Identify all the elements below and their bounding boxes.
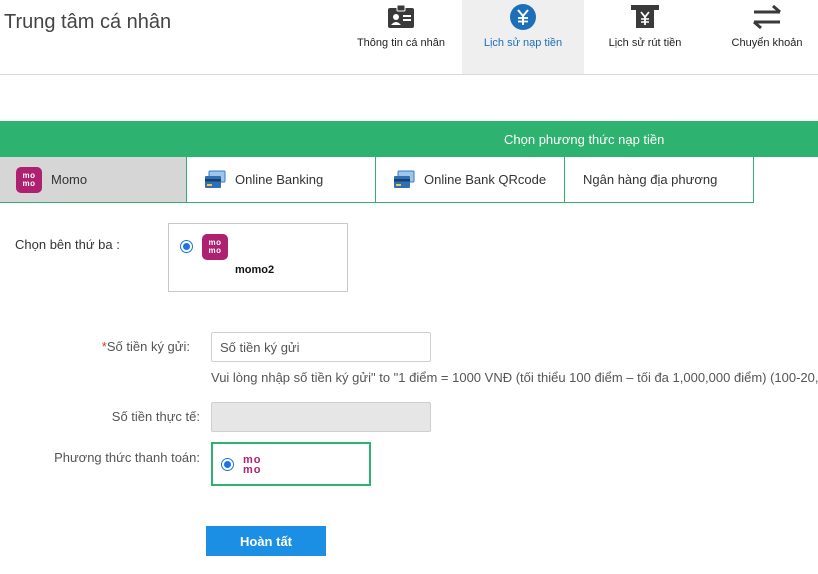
third-party-name: momo2: [235, 264, 275, 276]
transfer-arrows-icon: [750, 2, 784, 32]
actual-amount-label: Số tiền thực tế:: [111, 409, 200, 424]
bank-card-icon: [204, 170, 226, 190]
bank-card-icon: [393, 170, 415, 190]
payment-method-option-momo[interactable]: mo mo: [211, 442, 371, 486]
amount-hint: Vui lòng nhập số tiền ký gửi" to "1 điểm…: [211, 370, 818, 385]
radio-selected[interactable]: [180, 240, 193, 253]
payment-tabs: mo mo Momo Online Banking Online Bank QRc…: [0, 157, 754, 203]
page-title: Trung tâm cá nhân: [4, 11, 172, 33]
nav-item-profile[interactable]: Thông tin cá nhân: [340, 0, 462, 74]
momo-logo-icon: mo mo: [16, 166, 42, 193]
method-bar: Chọn phương thức nạp tiền: [0, 121, 818, 157]
id-card-icon: [384, 2, 418, 32]
submit-button[interactable]: Hoàn tất: [206, 526, 326, 556]
nav-item-deposit-history[interactable]: Lịch sử nạp tiền: [462, 0, 584, 74]
tab-label: Ngân hàng địa phương: [583, 172, 718, 187]
tab-label: Online Banking: [235, 172, 324, 187]
tab-online-banking[interactable]: Online Banking: [187, 157, 376, 203]
yen-circle-icon: [506, 2, 540, 32]
tab-momo[interactable]: mo mo Momo: [0, 157, 187, 203]
third-party-label: Chọn bên thứ ba :: [15, 237, 120, 252]
tab-label: Online Bank QRcode: [424, 172, 547, 187]
third-party-option-momo2[interactable]: mo mo momo2: [168, 223, 348, 292]
momo-logo-icon: mo mo: [202, 234, 228, 260]
header: Trung tâm cá nhân Thông tin cá nhân Lịch…: [0, 0, 818, 75]
nav-label: Lịch sử rút tiền: [608, 37, 682, 49]
nav-label: Lịch sử nạp tiền: [483, 37, 563, 49]
momo-logo-icon: mo mo: [243, 454, 262, 476]
tab-label: Momo: [51, 172, 88, 187]
method-bar-title: Chọn phương thức nạp tiền: [504, 132, 665, 147]
nav-item-withdraw-history[interactable]: Lịch sử rút tiền: [584, 0, 706, 74]
amount-input[interactable]: [211, 332, 431, 362]
nav-label: Chuyển khoản: [731, 37, 803, 49]
amount-label: *Số tiền ký gửi:: [101, 339, 190, 354]
nav-item-transfer[interactable]: Chuyển khoản: [706, 0, 818, 74]
tab-online-bank-qrcode[interactable]: Online Bank QRcode: [376, 157, 565, 203]
tab-local-bank[interactable]: Ngân hàng địa phương: [565, 157, 754, 203]
nav-label: Thông tin cá nhân: [356, 37, 446, 49]
radio-selected[interactable]: [221, 458, 234, 471]
actual-amount-field: [211, 402, 431, 432]
top-nav: Thông tin cá nhân Lịch sử nạp tiền Lịch …: [340, 0, 818, 74]
payment-method-label: Phương thức thanh toán:: [54, 450, 200, 465]
withdraw-yen-icon: [628, 2, 662, 32]
